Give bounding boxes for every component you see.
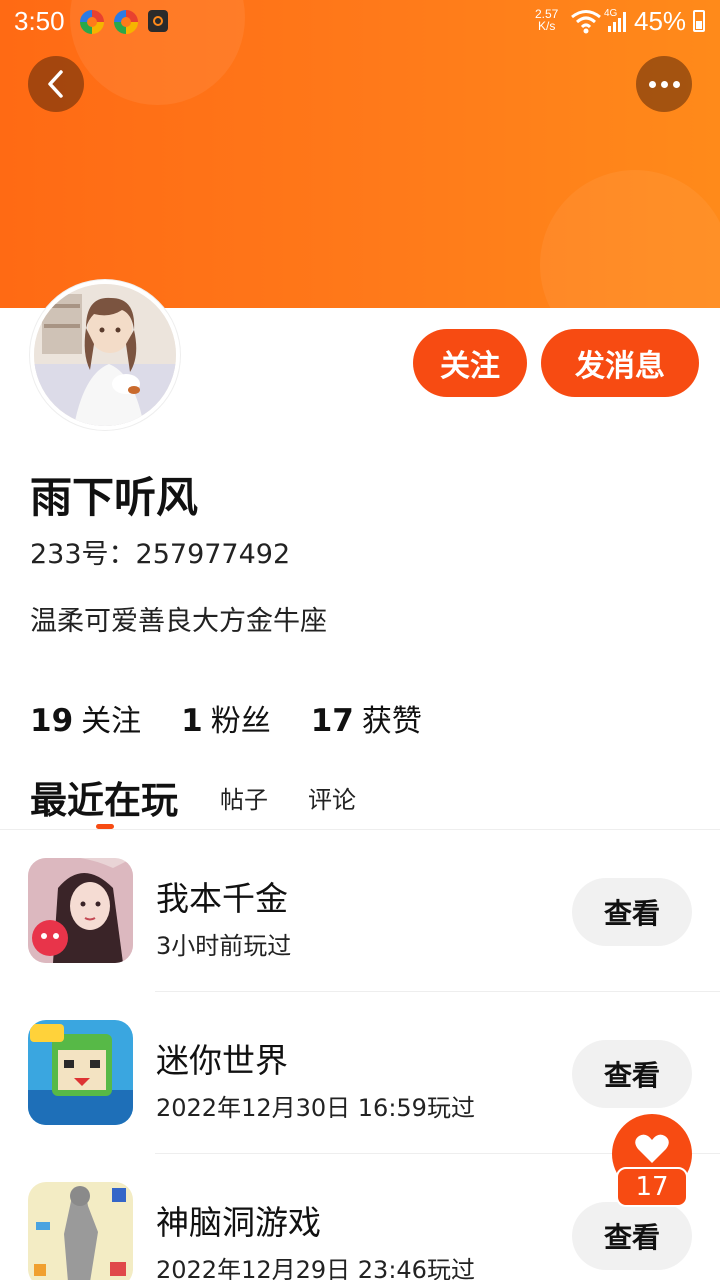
profile-page: 3:50 2.57 K/s 4G 45% 关注 发消息 雨下听风 233号：25…: [0, 0, 720, 1280]
list-item[interactable]: 神脑洞游戏 2022年12月29日 23:46玩过 查看: [0, 1154, 720, 1280]
battery-icon: [693, 10, 705, 32]
view-button[interactable]: 查看: [572, 1202, 692, 1270]
stat-label: 获赞: [361, 704, 422, 739]
game-icon-image: [28, 1020, 133, 1125]
profile-stats: 19 关注 1 粉丝 17 获赞: [30, 696, 462, 740]
game-title: 神脑洞游戏: [156, 1203, 321, 1242]
svg-text:4G: 4G: [604, 8, 618, 19]
game-icon: [28, 858, 133, 963]
heart-icon: [635, 1134, 669, 1163]
stat-label: 粉丝: [210, 704, 271, 739]
game-last-played: 2022年12月30日 16:59玩过: [156, 1094, 475, 1122]
profile-tabs: 最近在玩 帖子 评论: [30, 770, 720, 830]
header-decoration: [540, 170, 720, 308]
game-icon-image: [28, 858, 133, 963]
stat-value: 17: [310, 703, 354, 739]
stat-value: 1: [181, 703, 203, 739]
stat-following[interactable]: 19 关注: [30, 696, 141, 740]
avatar-image: [34, 284, 176, 426]
cell-signal-icon: 4G: [604, 8, 626, 32]
game-title: 迷你世界: [156, 1041, 288, 1080]
list-item[interactable]: 迷你世界 2022年12月30日 16:59玩过 查看: [0, 992, 720, 1154]
list-item[interactable]: 我本千金 3小时前玩过 查看: [0, 830, 720, 992]
view-button[interactable]: 查看: [572, 1040, 692, 1108]
game-icon: [28, 1182, 133, 1280]
alarm-icon: [148, 10, 168, 32]
tab-comments[interactable]: 评论: [308, 780, 356, 815]
profile-bio: 温柔可爱善良大方金牛座: [30, 606, 327, 637]
like-count-badge: 17: [616, 1167, 688, 1207]
profile-uid: 233号：257977492: [30, 539, 291, 570]
network-speed: 2.57 K/s: [535, 8, 558, 32]
stat-followers[interactable]: 1 粉丝: [181, 696, 271, 740]
back-button[interactable]: [28, 56, 84, 112]
game-icon: [28, 1020, 133, 1125]
view-button[interactable]: 查看: [572, 878, 692, 946]
status-time: 3:50: [14, 6, 65, 36]
status-bar: 3:50 2.57 K/s 4G 45%: [0, 0, 720, 44]
send-message-button[interactable]: 发消息: [541, 329, 699, 397]
stat-value: 19: [30, 703, 74, 739]
more-dots-icon: [648, 80, 680, 88]
stat-likes[interactable]: 17 获赞: [311, 696, 422, 740]
battery-percent: 45%: [634, 6, 687, 36]
profile-header-banner: 3:50 2.57 K/s 4G 45%: [0, 0, 720, 308]
tab-posts[interactable]: 帖子: [220, 780, 268, 815]
app-notification-icon: [80, 10, 104, 34]
avatar[interactable]: [30, 280, 180, 430]
app-notification-icon: [114, 10, 138, 34]
wifi-icon: [571, 10, 601, 34]
more-options-button[interactable]: [636, 56, 692, 112]
game-title: 我本千金: [156, 879, 288, 918]
follow-button[interactable]: 关注: [413, 329, 527, 397]
game-last-played: 2022年12月29日 23:46玩过: [156, 1256, 475, 1280]
network-speed-unit: K/s: [538, 19, 556, 33]
profile-name: 雨下听风: [30, 473, 199, 522]
game-last-played: 3小时前玩过: [156, 932, 292, 960]
tab-recently-played[interactable]: 最近在玩: [30, 770, 178, 824]
chevron-left-icon: [48, 70, 63, 98]
game-icon-image: [28, 1182, 133, 1280]
stat-label: 关注: [81, 704, 142, 739]
